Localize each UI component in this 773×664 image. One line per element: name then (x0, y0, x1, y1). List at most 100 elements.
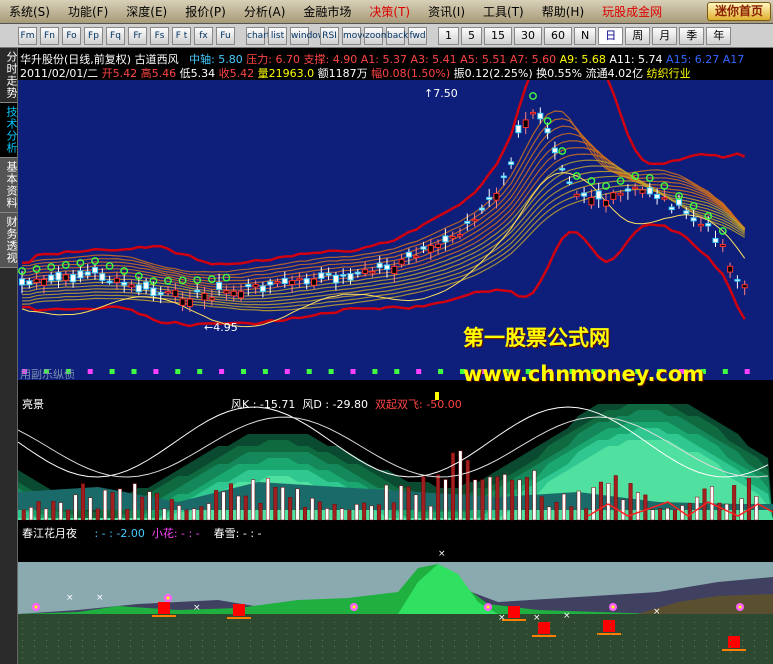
toolbar-Fo-icon[interactable]: Fo (62, 26, 81, 45)
toolbar-fwd-icon[interactable]: fwd (408, 26, 427, 45)
left-tab-strip: 分时走势 技术分析 基本资料 财务透视 (0, 48, 18, 664)
ground-dot (82, 646, 83, 647)
ground-dot (94, 628, 95, 629)
toolbar-list-icon[interactable]: list (268, 26, 287, 45)
period-tab-1[interactable]: 5 (461, 26, 482, 45)
candle-body (486, 196, 493, 200)
menu-item-1[interactable]: 功能(F) (59, 3, 117, 20)
toolbar-back-icon[interactable]: back (386, 26, 408, 45)
candle-body (311, 278, 317, 286)
left-tab-0[interactable]: 分时走势 (0, 48, 18, 103)
candle-body (639, 189, 646, 194)
ground-dot (334, 652, 335, 653)
candle-body (121, 281, 128, 286)
ground-dot (430, 652, 431, 653)
menu-item-9[interactable]: 帮助(H) (533, 3, 593, 20)
left-tab-1[interactable]: 技术分析 (0, 103, 18, 158)
period-tab-3[interactable]: 30 (514, 26, 542, 45)
toolbar-window-icon[interactable]: window (290, 26, 325, 45)
ground-dot (370, 622, 371, 623)
left-tab-2[interactable]: 基本资料 (0, 158, 18, 213)
toolbar-Fs-icon[interactable]: Fs (150, 26, 169, 45)
menu-item-7[interactable]: 资讯(I) (419, 3, 474, 20)
ground-dot (286, 652, 287, 653)
ground-dot (586, 622, 587, 623)
period-tab-8[interactable]: 月 (652, 26, 678, 45)
volume-bar (317, 501, 322, 521)
signal-square (241, 369, 246, 374)
low-label: ←4.95 (204, 321, 238, 334)
ground-dot (70, 640, 71, 641)
left-tab-3[interactable]: 财务透视 (0, 213, 18, 268)
period-tab-9[interactable]: 季 (679, 26, 705, 45)
ground-dot (70, 622, 71, 623)
ground-dot (190, 640, 191, 641)
snow-marker: × (498, 613, 506, 623)
volume-bar (347, 509, 352, 521)
toolbar-RSI-icon[interactable]: RSI (320, 26, 339, 45)
toolbar-move-icon[interactable]: move (342, 26, 368, 45)
toolbar-Fn-icon[interactable]: Fn (40, 26, 59, 45)
period-tab-7[interactable]: 周 (625, 26, 651, 45)
main-kline-chart[interactable]: ↑7.50 ←4.95 用副乐纵侦 (18, 80, 773, 380)
period-tab-6[interactable]: 日 (598, 26, 624, 45)
ground-dot (598, 634, 599, 635)
volume-bar (354, 504, 359, 521)
volume-bar (325, 508, 330, 521)
ground-dot (190, 652, 191, 653)
ground-dot (466, 652, 467, 653)
toolbar-zoom-icon[interactable]: zoom (364, 26, 390, 45)
candle-body (632, 186, 639, 190)
candle-body (267, 281, 274, 286)
ground-dot (70, 652, 71, 653)
menu-item-2[interactable]: 深度(E) (117, 3, 176, 20)
volume-bar (746, 478, 751, 521)
period-tab-0[interactable]: 1 (438, 26, 459, 45)
candle-body (135, 284, 142, 293)
menu-item-3[interactable]: 报价(P) (176, 3, 235, 20)
ground-dot (478, 652, 479, 653)
ground-dot (754, 652, 755, 653)
mini-home-button[interactable]: 迷你首页 (706, 2, 771, 21)
toolbar-Fq-icon[interactable]: Fq (106, 26, 125, 45)
ground-dot (346, 646, 347, 647)
ground-dot (322, 646, 323, 647)
menu-item-8[interactable]: 工具(T) (474, 3, 533, 20)
volume-bar (598, 481, 603, 521)
ground-dot (298, 658, 299, 659)
candle-body (216, 281, 223, 290)
ground-dot (514, 628, 515, 629)
candle-body (603, 200, 609, 207)
menu-item-10[interactable]: 玩股成金网 (593, 3, 671, 20)
ground-dot (670, 634, 671, 635)
toolbar-Fp-icon[interactable]: Fp (84, 26, 103, 45)
volume-bar (288, 497, 293, 521)
period-tab-2[interactable]: 15 (484, 26, 512, 45)
volume-bar (717, 502, 722, 521)
toolbar-Ft-icon[interactable]: F t (172, 26, 191, 45)
ground-dot (502, 628, 503, 629)
ground-dot (454, 628, 455, 629)
toolbar-chart-icon[interactable]: chart (246, 26, 270, 45)
snow-marker: × (193, 603, 201, 613)
toolbar-fx-icon[interactable]: fx (194, 26, 213, 45)
toolbar-Fm-icon[interactable]: Fm (18, 26, 37, 45)
ground-dot (622, 646, 623, 647)
panel-bot-header: 春江花月夜 : - : -2.00 小花: - : - 春雪: - : - (22, 525, 262, 541)
period-tab-10[interactable]: 年 (706, 26, 732, 45)
period-tab-5[interactable]: N (574, 26, 597, 45)
toolbar-Fr-icon[interactable]: Fr (128, 26, 147, 45)
menu-item-4[interactable]: 分析(A) (235, 3, 295, 20)
indicator-panel-chunjiang[interactable]: × × × × × × × × (18, 522, 773, 664)
volume-bar (487, 476, 492, 521)
ground-dot (526, 634, 527, 635)
ground-dot (730, 652, 731, 653)
period-tab-4[interactable]: 60 (544, 26, 572, 45)
menu-item-5[interactable]: 金融市场 (294, 3, 360, 20)
ground-dot (22, 652, 23, 653)
candle-body (223, 290, 230, 294)
toolbar-Fu-icon[interactable]: Fu (216, 26, 235, 45)
menu-item-6[interactable]: 决策(T) (360, 3, 419, 20)
menu-item-0[interactable]: 系统(S) (0, 3, 59, 20)
ground-dot (766, 646, 767, 647)
